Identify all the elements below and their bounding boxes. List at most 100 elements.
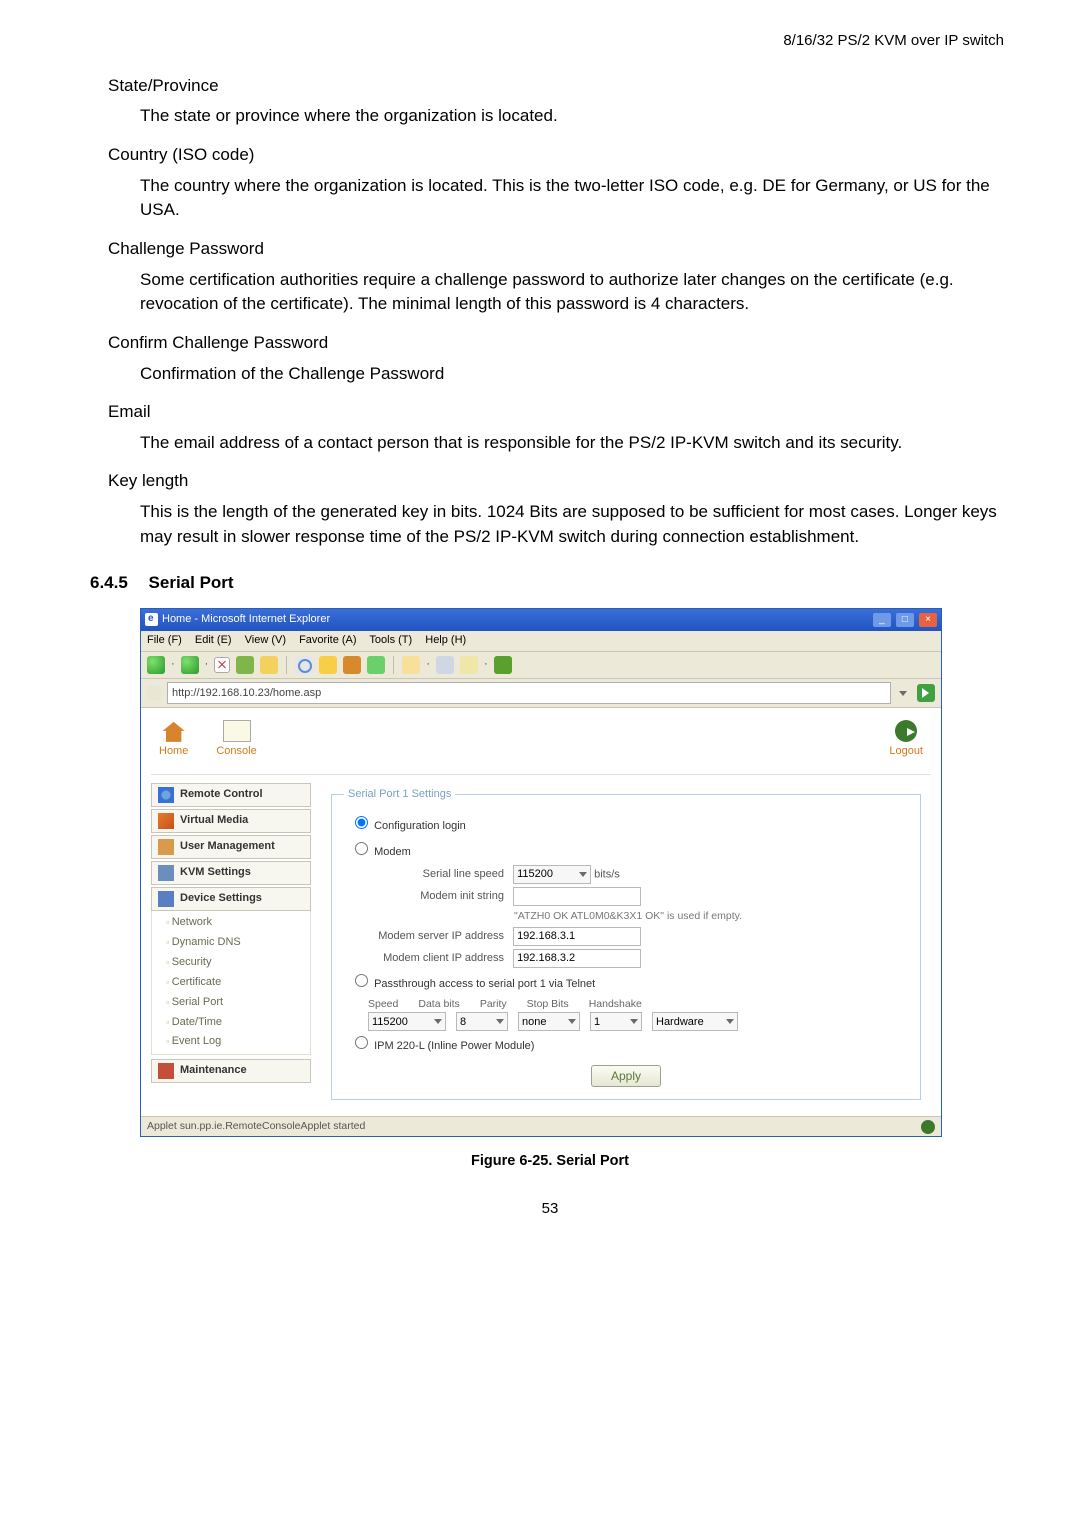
- forward-icon[interactable]: [181, 656, 199, 674]
- sidebar-item-label: KVM Settings: [180, 865, 251, 881]
- nav-console[interactable]: Console: [216, 720, 256, 760]
- desc-email: The email address of a contact person th…: [140, 431, 1010, 456]
- radio-ipm[interactable]: IPM 220-L (Inline Power Module): [350, 1033, 908, 1055]
- app-topnav: Home Console Logout: [151, 716, 931, 775]
- ie-statusbar: Applet sun.pp.ie.RemoteConsoleApplet sta…: [141, 1116, 941, 1136]
- logout-nav-icon: [895, 720, 917, 742]
- section-number: 6.4.5: [90, 573, 128, 592]
- favorites-icon[interactable]: [319, 656, 337, 674]
- page-number: 53: [90, 1198, 1010, 1220]
- server-ip-label: Modem server IP address: [344, 929, 504, 945]
- ie-window: Home - Microsoft Internet Explorer _ □ ×…: [140, 608, 942, 1137]
- desc-challenge: Some certification authorities require a…: [140, 268, 1010, 317]
- console-nav-icon: [223, 720, 251, 742]
- home-nav-icon: [163, 722, 185, 742]
- messenger-icon[interactable]: [494, 656, 512, 674]
- radio-config-input[interactable]: [355, 816, 368, 829]
- sidebar-item-label: Device Settings: [180, 891, 262, 907]
- sidebar-user-management[interactable]: User Management: [151, 835, 311, 859]
- radio-passthru[interactable]: Passthrough access to serial port 1 via …: [350, 971, 908, 993]
- toolbar-separator: [286, 656, 287, 674]
- sidebar-sub-certificate[interactable]: Certificate: [152, 973, 310, 993]
- passthru-databits-select[interactable]: [456, 1012, 508, 1031]
- radio-passthru-input[interactable]: [355, 974, 368, 987]
- print-icon[interactable]: [436, 656, 454, 674]
- init-string-input[interactable]: [513, 887, 641, 906]
- sidebar-kvm-settings[interactable]: KVM Settings: [151, 861, 311, 885]
- serial-legend: Serial Port 1 Settings: [344, 787, 455, 803]
- init-string-label: Modem init string: [344, 889, 504, 905]
- ie-app-icon: [145, 613, 158, 626]
- nav-home-label: Home: [159, 745, 188, 757]
- menu-help[interactable]: Help (H): [425, 634, 466, 646]
- sidebar-item-label: Maintenance: [180, 1063, 247, 1079]
- radio-config-label: Configuration login: [374, 820, 466, 832]
- go-button[interactable]: [917, 684, 935, 702]
- radio-modem-input[interactable]: [355, 842, 368, 855]
- nav-home[interactable]: Home: [159, 722, 188, 760]
- ie-addressbar: [141, 679, 941, 708]
- stop-icon[interactable]: [214, 657, 230, 673]
- maximize-button[interactable]: □: [896, 613, 914, 627]
- history-icon[interactable]: [367, 656, 385, 674]
- minimize-button[interactable]: _: [873, 613, 891, 627]
- nav-logout[interactable]: Logout: [889, 720, 923, 760]
- client-ip-label: Modem client IP address: [344, 951, 504, 967]
- passthru-h-stopbits: Stop Bits: [527, 997, 569, 1012]
- menu-edit[interactable]: Edit (E): [195, 634, 232, 646]
- home-icon[interactable]: [260, 656, 278, 674]
- line-speed-label: Serial line speed: [344, 867, 504, 883]
- radio-ipm-input[interactable]: [355, 1036, 368, 1049]
- maint-icon: [158, 1063, 174, 1079]
- sidebar-sub-datetime[interactable]: Date/Time: [152, 1013, 310, 1033]
- server-ip-input[interactable]: [513, 927, 641, 946]
- desc-country: The country where the organization is lo…: [140, 174, 1010, 223]
- ie-titlebar[interactable]: Home - Microsoft Internet Explorer _ □ ×: [141, 609, 941, 631]
- passthru-stopbits-select[interactable]: [590, 1012, 642, 1031]
- media-icon[interactable]: [343, 656, 361, 674]
- term-email: Email: [108, 400, 1010, 425]
- radio-config-login[interactable]: Configuration login: [350, 813, 908, 835]
- client-ip-input[interactable]: [513, 949, 641, 968]
- address-input[interactable]: [167, 682, 891, 704]
- sidebar-device-settings[interactable]: Device Settings: [151, 887, 311, 911]
- serial-port-panel: Serial Port 1 Settings Configuration log…: [321, 783, 931, 1104]
- internet-zone-icon: [921, 1120, 935, 1134]
- close-button[interactable]: ×: [919, 613, 937, 627]
- menu-tools[interactable]: Tools (T): [369, 634, 412, 646]
- users-icon: [158, 839, 174, 855]
- sidebar-sub-security[interactable]: Security: [152, 953, 310, 973]
- window-buttons: _ □ ×: [871, 612, 937, 628]
- passthru-handshake-select[interactable]: [652, 1012, 738, 1031]
- sidebar-sub-ddns[interactable]: Dynamic DNS: [152, 933, 310, 953]
- ie-menubar: File (F) Edit (E) View (V) Favorite (A) …: [141, 631, 941, 652]
- sidebar-sub-serial-port[interactable]: Serial Port: [152, 993, 310, 1013]
- sidebar-maintenance[interactable]: Maintenance: [151, 1059, 311, 1083]
- mail-icon[interactable]: [460, 656, 478, 674]
- page-icon: [147, 686, 161, 700]
- remote-icon: [158, 787, 174, 803]
- kvm-icon: [158, 865, 174, 881]
- sidebar-remote-control[interactable]: Remote Control: [151, 783, 311, 807]
- folder-icon[interactable]: [402, 656, 420, 674]
- menu-file[interactable]: File (F): [147, 634, 182, 646]
- nav-logout-label: Logout: [889, 745, 923, 757]
- address-dropdown[interactable]: [897, 684, 911, 702]
- passthru-speed-select[interactable]: [368, 1012, 446, 1031]
- sidebar-virtual-media[interactable]: Virtual Media: [151, 809, 311, 833]
- term-keylen: Key length: [108, 469, 1010, 494]
- passthru-parity-select[interactable]: [518, 1012, 580, 1031]
- sidebar-item-label: Virtual Media: [180, 813, 248, 829]
- refresh-icon[interactable]: [236, 656, 254, 674]
- search-icon[interactable]: [295, 656, 313, 674]
- menu-favorite[interactable]: Favorite (A): [299, 634, 356, 646]
- apply-button[interactable]: Apply: [591, 1065, 661, 1087]
- line-speed-select[interactable]: [513, 865, 591, 884]
- serial-fieldset: Serial Port 1 Settings Configuration log…: [331, 787, 921, 1100]
- radio-modem[interactable]: Modem: [350, 839, 908, 861]
- sidebar-sub-eventlog[interactable]: Event Log: [152, 1032, 310, 1052]
- menu-view[interactable]: View (V): [245, 634, 286, 646]
- radio-modem-label: Modem: [374, 846, 411, 858]
- sidebar-sub-network[interactable]: Network: [152, 913, 310, 933]
- back-icon[interactable]: [147, 656, 165, 674]
